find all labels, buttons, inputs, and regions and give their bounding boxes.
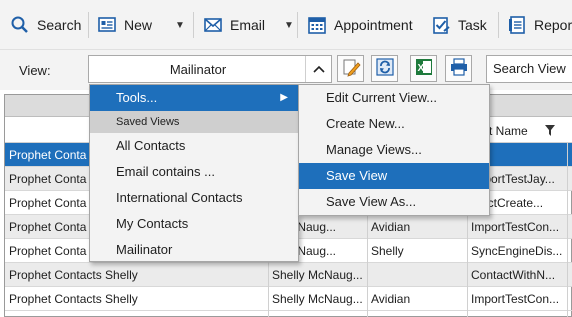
print-button[interactable]	[445, 55, 472, 82]
app-window: Search New ▼ Email ▼ Appointment Task Re…	[0, 0, 572, 317]
menu-item-saved-view[interactable]: All Contacts	[90, 133, 298, 159]
submenu-item-save-view-as[interactable]: Save View As...	[299, 189, 489, 215]
table-cell: ContactWithN...	[471, 268, 556, 282]
toolbar: Search New ▼ Email ▼ Appointment Task Re…	[0, 0, 572, 50]
reports-button[interactable]: Repor	[507, 10, 572, 40]
divider	[297, 12, 298, 38]
new-record-icon	[97, 15, 117, 35]
chevron-right-icon: ▶	[280, 92, 288, 103]
new-label: New	[124, 17, 153, 33]
excel-icon: X	[414, 57, 434, 80]
search-view-input[interactable]: Search View	[486, 55, 572, 83]
printer-icon	[449, 57, 469, 80]
table-row[interactable]: Prophet Contacts Shelly Shelly McNaug... A…	[5, 287, 572, 311]
chevron-up-icon[interactable]	[305, 56, 331, 82]
email-button[interactable]: Email ▼	[203, 10, 294, 40]
new-button[interactable]: New ▼	[97, 10, 185, 40]
tools-submenu: Edit Current View... Create New... Manag…	[298, 84, 490, 216]
menu-item-tools[interactable]: Tools... ▶	[90, 85, 298, 111]
divider	[193, 12, 194, 38]
search-button[interactable]: Search	[10, 10, 81, 40]
appointment-button[interactable]: Appointment	[307, 10, 413, 40]
task-icon	[431, 15, 451, 35]
reports-label: Repor	[534, 17, 572, 33]
submenu-item-create-new[interactable]: Create New...	[299, 111, 489, 137]
table-cell: SyncEngineDis...	[471, 244, 563, 258]
table-cell: Avidian	[371, 292, 411, 306]
menu-item-tools-label: Tools...	[116, 90, 158, 105]
submenu-item-manage-views[interactable]: Manage Views...	[299, 137, 489, 163]
refresh-icon	[375, 57, 395, 80]
table-row[interactable]: Prophet Contacts Shelly Shelly McNaug... C…	[5, 263, 572, 287]
menu-item-saved-view[interactable]: Email contains ...	[90, 159, 298, 185]
calendar-icon	[307, 15, 327, 35]
new-dropdown-icon[interactable]: ▼	[175, 20, 185, 31]
excel-export-button[interactable]: X	[410, 55, 437, 82]
edit-view-button[interactable]	[337, 55, 364, 82]
search-label: Search	[37, 17, 82, 33]
view-selector[interactable]: Mailinator	[88, 55, 332, 83]
menu-item-saved-view[interactable]: International Contacts	[90, 185, 298, 211]
email-label: Email	[230, 17, 266, 33]
saved-views-header: Saved Views	[90, 111, 298, 133]
refresh-button[interactable]	[371, 55, 398, 82]
filter-icon[interactable]	[545, 124, 555, 139]
submenu-item-save-view[interactable]: Save View	[299, 163, 489, 189]
table-cell: ImportTestCon...	[471, 220, 560, 234]
table-cell: Avidian	[371, 220, 411, 234]
pencil-icon	[341, 57, 361, 80]
table-cell: Shelly	[371, 244, 404, 258]
email-dropdown-icon[interactable]: ▼	[284, 20, 294, 31]
menu-item-saved-view[interactable]: My Contacts	[90, 211, 298, 237]
search-icon	[10, 15, 30, 35]
table-cell: Shelly McNaug...	[272, 268, 363, 282]
submenu-item-edit-current-view[interactable]: Edit Current View...	[299, 85, 489, 111]
view-label: View:	[19, 63, 51, 78]
svg-text:X: X	[417, 63, 424, 74]
table-cell: Prophet Contacts Shelly	[9, 292, 138, 306]
table-cell: Shelly McNaug...	[272, 292, 363, 306]
report-icon	[507, 15, 527, 35]
table-cell: Prophet Contacts Shelly	[9, 268, 138, 282]
table-cell: ImportTestCon...	[471, 292, 560, 306]
column-divider	[567, 143, 568, 317]
task-label: Task	[458, 17, 487, 33]
view-selected-value: Mailinator	[169, 62, 227, 77]
task-button[interactable]: Task	[431, 10, 487, 40]
menu-item-saved-view[interactable]: Mailinator	[90, 237, 298, 263]
view-dropdown-menu: Tools... ▶ Saved Views All Contacts Emai…	[89, 84, 299, 262]
divider	[88, 12, 89, 38]
email-icon	[203, 15, 223, 35]
divider	[498, 12, 499, 38]
appointment-label: Appointment	[334, 17, 413, 33]
